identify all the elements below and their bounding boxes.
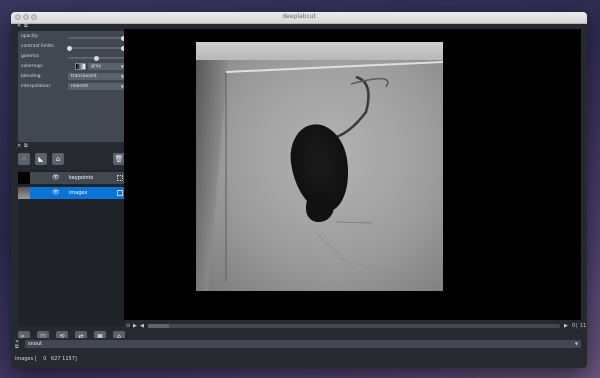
step-back-icon[interactable]: ◀ (140, 322, 144, 330)
opacity-label: opacity: (21, 34, 39, 39)
napari-window: deeplabcut ✕ ⧉ opacity: contrast limits:… (11, 12, 587, 368)
new-labels-layer-icon[interactable]: ⌂ (52, 153, 64, 165)
console-text: snout (28, 341, 42, 347)
image-icon (117, 190, 123, 196)
gamma-label: gamma: (21, 54, 40, 59)
layer-list: 👁 keypoints 👁 images (18, 170, 126, 326)
layer-buttons: ⁘ ◣ ⌂ 🗑 (18, 153, 125, 167)
step-forward-icon[interactable]: ▶ (564, 322, 568, 330)
visibility-eye-icon[interactable]: 👁 (52, 172, 60, 184)
blending-value: translucent (71, 74, 97, 79)
gamma-slider[interactable] (68, 55, 126, 61)
chevron-down-icon[interactable]: ▼ (575, 340, 578, 348)
title-bar: deeplabcut (11, 12, 587, 24)
dock-float-icon[interactable]: ⧉ (24, 23, 28, 29)
contrast-limits-slider[interactable] (67, 45, 126, 51)
frame-slider-bar: ⊙ ▶ ◀ ▶ 0 | 11 (124, 322, 586, 330)
layer-list-float-icon[interactable]: ⧉ (24, 143, 28, 149)
current-frame[interactable]: 0 (572, 322, 575, 330)
layer-list-close-icon[interactable]: ✕ (17, 143, 21, 149)
frame-separator: | (576, 323, 578, 329)
colormap-value: gray (91, 64, 102, 69)
console-float-icon[interactable]: ⧉ (15, 344, 19, 350)
layer-row-keypoints[interactable]: 👁 keypoints (18, 172, 126, 184)
status-bar: images [ 0 627 1157] (15, 356, 77, 362)
interpolation-label: interpolation: (21, 84, 52, 89)
interpolation-select[interactable]: nearest ▼ (68, 83, 126, 90)
gamma-slider-thumb[interactable] (94, 55, 99, 61)
colormap-select[interactable]: gray ▼ (88, 63, 126, 70)
window-title: deeplabcut (282, 13, 316, 20)
layer-row-images[interactable]: 👁 images (18, 187, 126, 199)
frame-slider[interactable] (148, 324, 560, 328)
new-points-layer-icon[interactable]: ⁘ (18, 153, 30, 165)
interpolation-value: nearest (71, 84, 89, 89)
frame-slider-fill (148, 324, 169, 328)
video-frame-image (196, 42, 443, 291)
colormap-swatch (75, 63, 86, 70)
colormap-label: colormap: (21, 64, 44, 69)
layer-name: keypoints (69, 175, 94, 181)
visibility-eye-icon[interactable]: 👁 (52, 187, 60, 199)
new-shapes-layer-icon[interactable]: ◣ (35, 153, 47, 165)
blending-select[interactable]: translucent ▼ (68, 73, 126, 80)
layer-thumbnail (18, 172, 30, 184)
play-icon[interactable]: ▶ (133, 322, 137, 330)
loop-icon[interactable]: ⊙ (126, 322, 130, 330)
layer-name: images (69, 190, 88, 196)
dock-close-icon[interactable]: ✕ (17, 23, 21, 29)
layer-controls-panel: opacity: contrast limits: gamma: colorma… (18, 31, 126, 142)
contrast-min-thumb[interactable] (67, 45, 72, 51)
console-input[interactable]: snout ▼ (25, 340, 581, 348)
layer-thumbnail (18, 187, 30, 199)
command-bar: ✕ ⧉ snout ▼ (11, 338, 587, 350)
contrast-limits-label: contrast limits: (21, 44, 55, 49)
last-frame: 11 (580, 323, 587, 329)
viewer-canvas[interactable] (124, 29, 581, 320)
blending-label: blending: (21, 74, 43, 79)
opacity-slider[interactable] (68, 35, 126, 41)
points-icon (117, 175, 123, 181)
